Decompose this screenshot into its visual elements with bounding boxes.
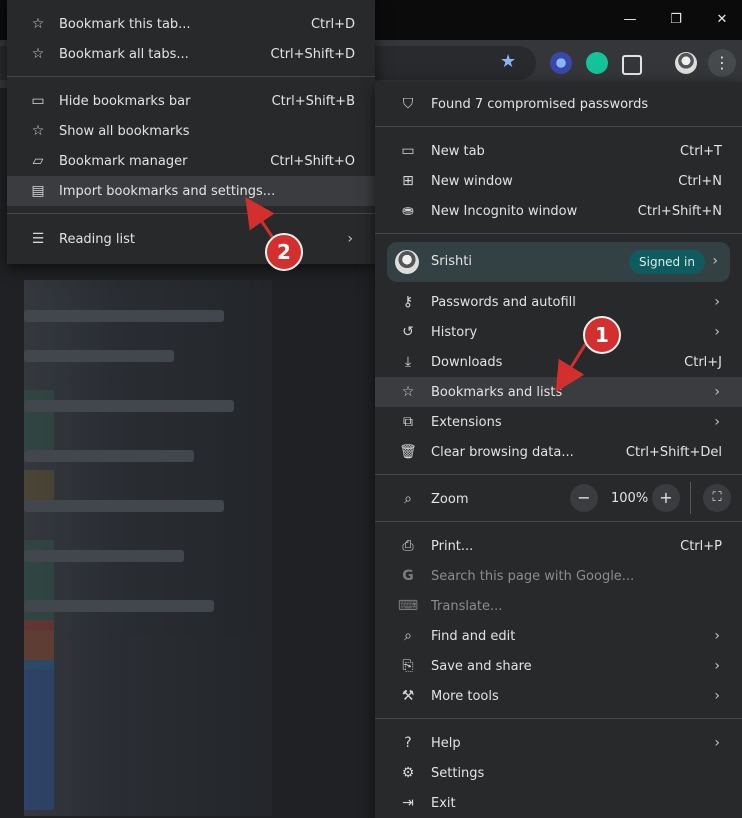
annotation-arrows [245, 197, 590, 393]
step-1-badge: 1 [583, 316, 621, 354]
step-2-badge: 2 [265, 233, 303, 271]
arrow-to-bookmarks-and-lists [555, 339, 590, 393]
arrow-to-import-bookmarks [245, 197, 275, 239]
